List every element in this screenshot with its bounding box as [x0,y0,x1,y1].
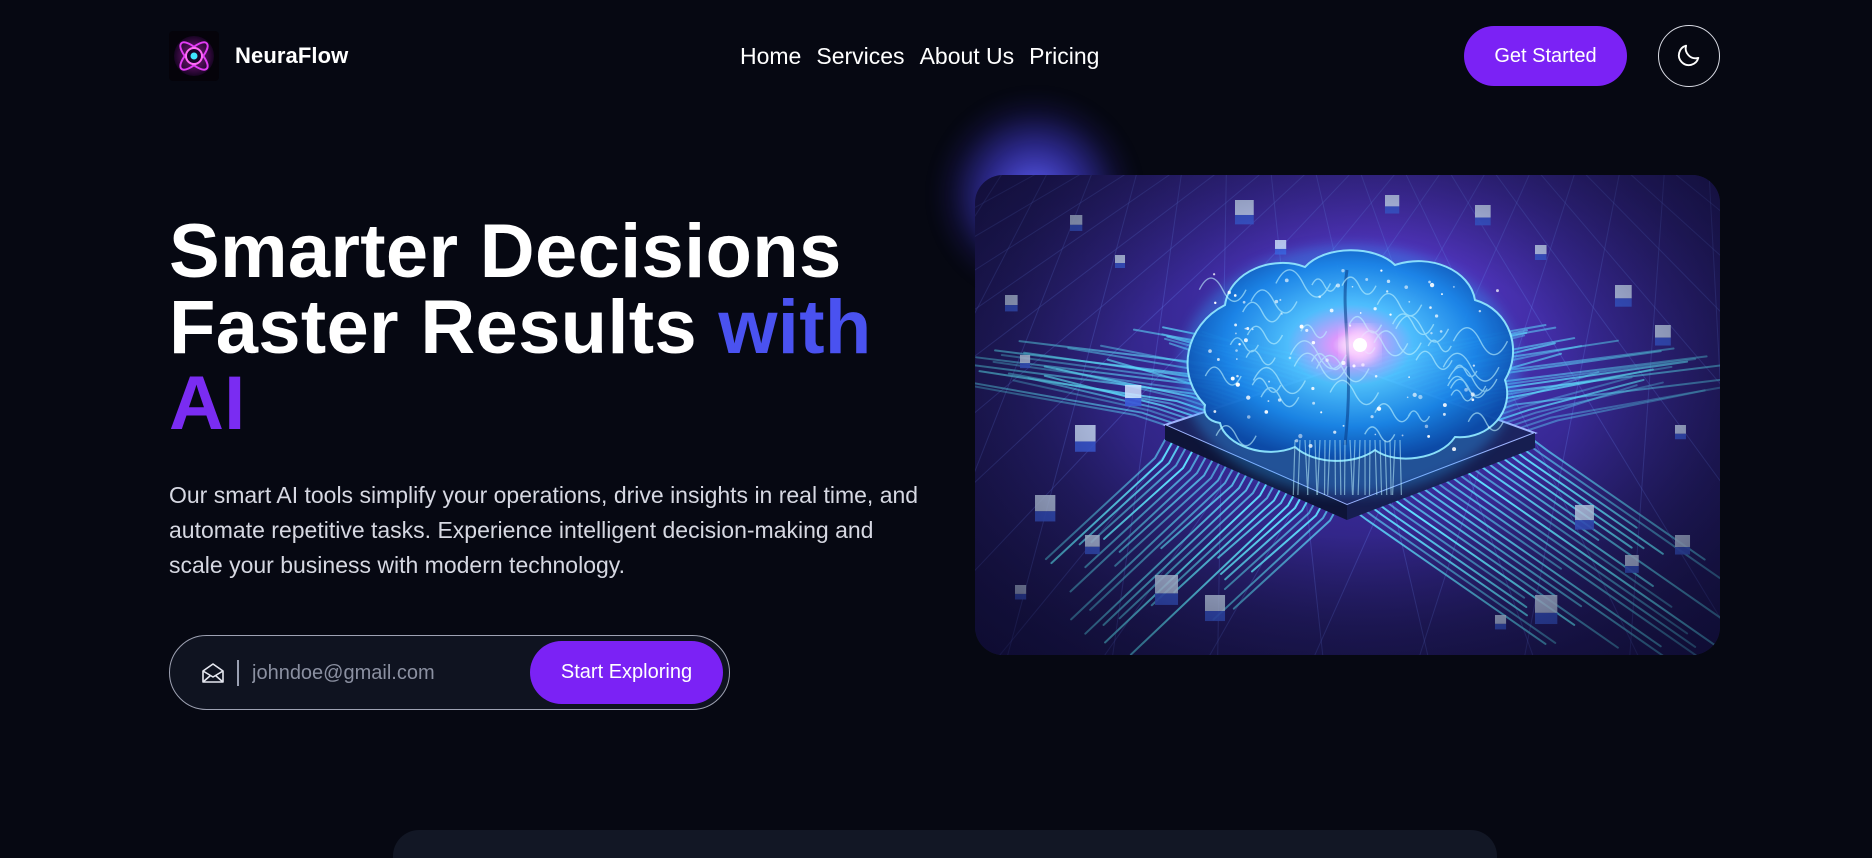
neuraflow-logo-icon [169,31,219,81]
brand[interactable]: NeuraFlow [169,31,348,81]
mail-icon [201,662,225,684]
email-input[interactable] [252,654,532,692]
input-divider [237,660,239,686]
hero-title-line-2: Faster Results with [169,290,929,366]
moon-icon [1675,41,1703,72]
landing-page: NeuraFlow Home Services About Us Pricing… [0,0,1872,858]
main-nav: Home Services About Us Pricing [740,40,1099,72]
get-started-button[interactable]: Get Started [1464,26,1627,86]
brand-name: NeuraFlow [235,43,349,68]
nav-link-home[interactable]: Home [740,43,801,70]
feature-card-preview [393,830,1497,858]
hero-title-faster-results: Faster Results [169,285,697,370]
nav-link-pricing[interactable]: Pricing [1029,43,1099,70]
hero-title-accent-with: with [718,285,872,370]
email-signup-form: Start Exploring [169,635,730,710]
top-navbar: NeuraFlow Home Services About Us Pricing… [0,0,1872,112]
ai-brain-circuit-image [975,175,1720,655]
start-exploring-button[interactable]: Start Exploring [530,641,723,704]
nav-link-services[interactable]: Services [816,43,904,70]
nav-link-about-us[interactable]: About Us [920,43,1015,70]
hero-description: Our smart AI tools simplify your operati… [169,482,919,578]
hero-title-accent-ai: AI [169,361,246,446]
hero-title-line-1: Smarter Decisions [169,209,842,294]
theme-toggle-button[interactable] [1658,25,1720,87]
hero-title: Smarter Decisions Faster Results with AI [169,214,929,442]
